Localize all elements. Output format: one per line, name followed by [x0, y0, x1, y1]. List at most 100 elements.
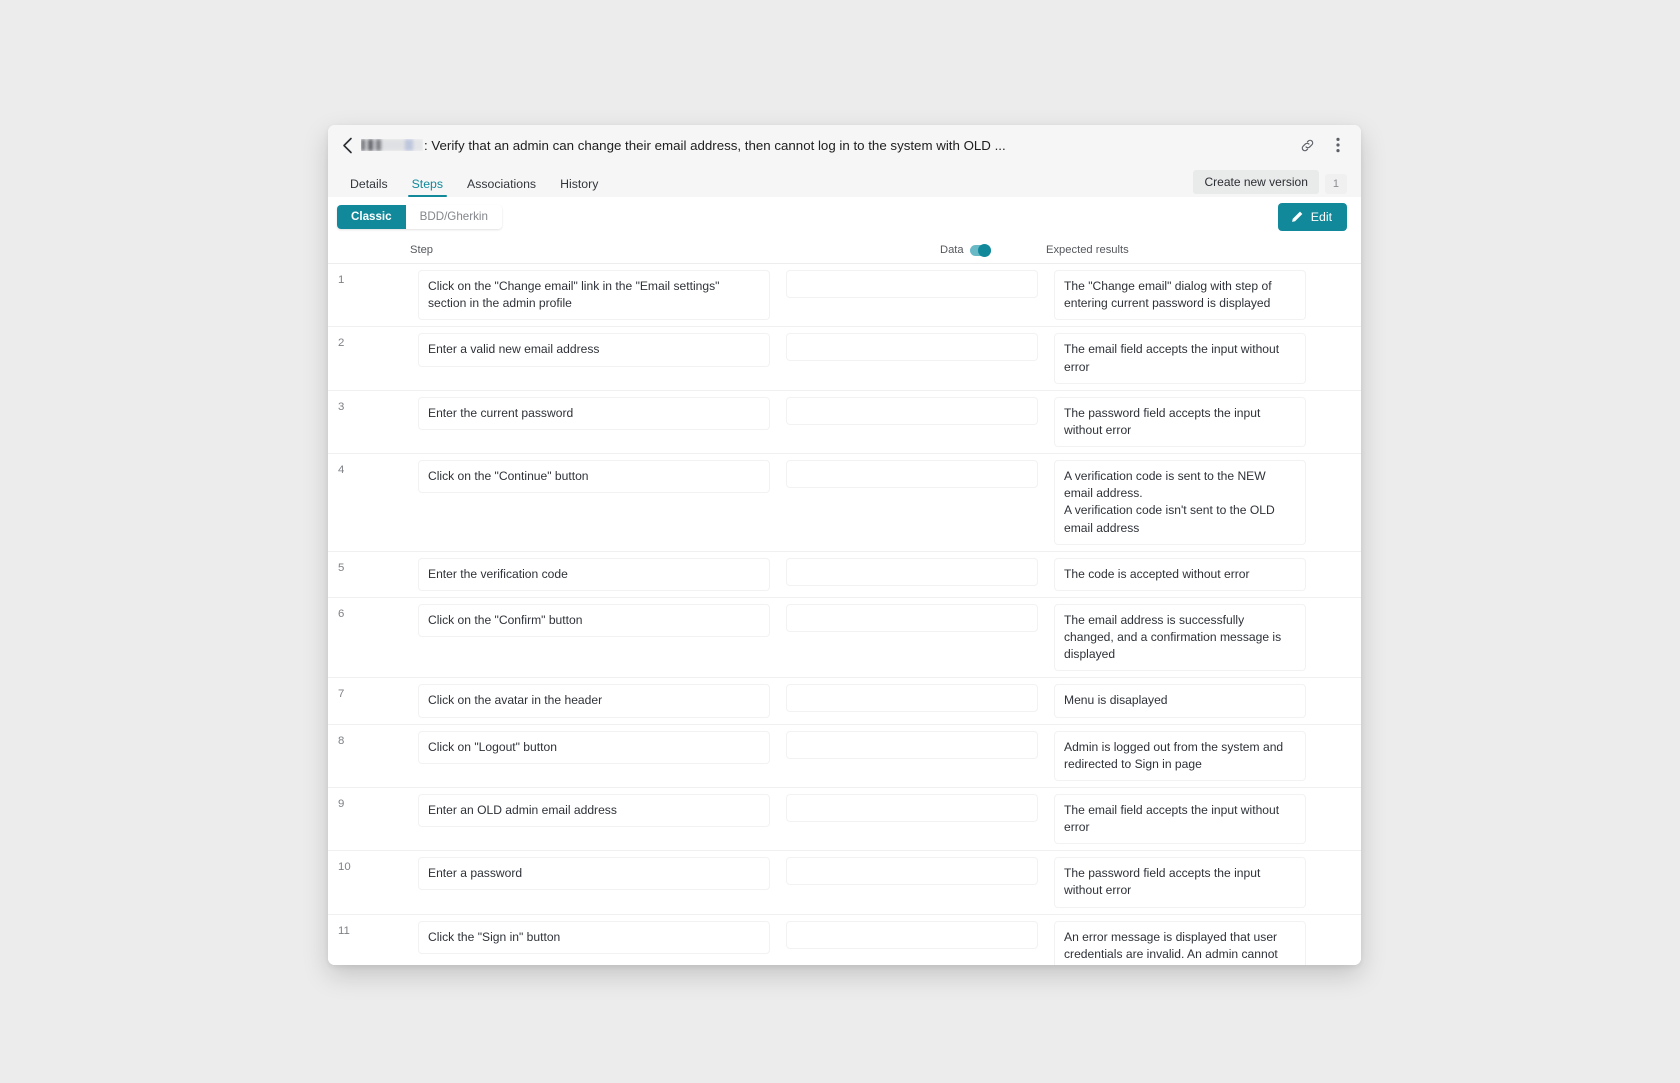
- link-icon: [1301, 139, 1313, 151]
- expected-result-text[interactable]: The email field accepts the input withou…: [1054, 333, 1306, 384]
- expected-result-text[interactable]: The email field accepts the input withou…: [1054, 793, 1306, 845]
- step-data[interactable]: [786, 684, 1038, 713]
- step-data-cell: [778, 850, 1046, 915]
- expected-result-text[interactable]: An error message is displayed that user …: [1054, 920, 1306, 965]
- card-header: : Verify that an admin can change their …: [328, 125, 1361, 198]
- step-text[interactable]: Enter a password: [418, 857, 770, 891]
- step-data-cell: [778, 787, 1046, 852]
- view-mode-bdd-gherkin[interactable]: BDD/Gherkin: [405, 204, 502, 230]
- expected-result-text[interactable]: Admin is logged out from the system and …: [1054, 730, 1306, 781]
- step-text[interactable]: Enter a valid new email address: [418, 333, 770, 367]
- step-number: 9: [338, 797, 345, 810]
- step-text[interactable]: Click the "Sign in" button: [418, 920, 770, 954]
- table-row: 1 Click on the "Change email" link in the…: [328, 263, 1361, 328]
- step-data[interactable]: [786, 920, 1038, 949]
- tab-history[interactable]: History: [548, 177, 610, 197]
- version-count-badge: 1: [1324, 174, 1347, 194]
- step-number-cell: 3: [328, 390, 410, 455]
- step-text-cell: Click on the "Continue" button: [410, 453, 778, 552]
- step-data[interactable]: [786, 730, 1038, 759]
- table-row: 5 Enter the verification code The code is …: [328, 551, 1361, 598]
- step-text[interactable]: Enter the verification code: [418, 557, 770, 591]
- expected-result-text-cell: Admin is logged out from the system and …: [1046, 724, 1314, 788]
- step-data[interactable]: [786, 557, 1038, 586]
- table-row: 7 Click on the avatar in the header Menu i…: [328, 677, 1361, 725]
- step-text[interactable]: Click on the "Confirm" button: [418, 603, 770, 638]
- step-number: 3: [338, 400, 345, 413]
- step-text[interactable]: Click on the avatar in the header: [418, 684, 770, 718]
- table-row: 4 Click on the "Continue" button A verific…: [328, 453, 1361, 552]
- step-number-cell: 6: [328, 597, 410, 679]
- step-number: 4: [338, 464, 345, 477]
- more-options-button[interactable]: [1329, 136, 1347, 154]
- step-data-cell: [778, 677, 1046, 725]
- step-data-cell: [778, 551, 1046, 598]
- tab-steps[interactable]: Steps: [400, 177, 455, 198]
- back-button[interactable]: [337, 135, 357, 155]
- table-row: 2 Enter a valid new email address The emai…: [328, 326, 1361, 391]
- row-end-cell: [1314, 914, 1361, 965]
- step-text[interactable]: Click on the "Continue" button: [418, 460, 770, 494]
- step-data-cell: [778, 326, 1046, 391]
- step-number: 1: [338, 274, 345, 286]
- pencil-icon: [1291, 211, 1303, 222]
- step-text-cell: Enter a password: [410, 850, 778, 915]
- page-title-text: : Verify that an admin can change their …: [424, 137, 1006, 153]
- column-header-number: [328, 237, 410, 264]
- steps-table-body: 1 Click on the "Change email" link in the…: [328, 263, 1361, 965]
- step-data[interactable]: [786, 270, 1038, 298]
- view-mode-toolbar: Classic BDD/Gherkin Edit: [328, 197, 1361, 237]
- expected-result-text[interactable]: The password field accepts the input wit…: [1054, 396, 1306, 448]
- table-row: 3 Enter the current password The password …: [328, 390, 1361, 455]
- steps-table-container: Step Data Expected results 1 Click on the…: [328, 237, 1361, 965]
- step-number: 11: [338, 924, 350, 937]
- step-data-cell: [778, 390, 1046, 455]
- expected-result-text-cell: The email address is successfully change…: [1046, 597, 1314, 679]
- step-data-cell: [778, 597, 1046, 679]
- step-data[interactable]: [786, 333, 1038, 362]
- edit-button[interactable]: Edit: [1277, 203, 1347, 231]
- expected-result-text[interactable]: The code is accepted without error: [1054, 557, 1306, 591]
- view-mode-classic[interactable]: Classic: [337, 204, 406, 230]
- edit-button-label: Edit: [1310, 210, 1332, 224]
- step-text[interactable]: Enter an OLD admin email address: [418, 793, 770, 828]
- expected-result-text[interactable]: A verification code is sent to the NEW e…: [1054, 460, 1306, 545]
- row-end-cell: [1314, 390, 1361, 455]
- expected-result-text[interactable]: The password field accepts the input wit…: [1054, 857, 1306, 908]
- expected-result-text[interactable]: Menu is disaplayed: [1054, 684, 1306, 718]
- row-end-cell: [1314, 263, 1361, 328]
- expected-result-text[interactable]: The email address is successfully change…: [1054, 603, 1306, 672]
- copy-link-button[interactable]: [1298, 136, 1316, 154]
- row-end-cell: [1314, 677, 1361, 725]
- step-number-cell: 8: [328, 724, 410, 788]
- step-text[interactable]: Click on "Logout" button: [418, 730, 770, 764]
- step-text[interactable]: Click on the "Change email" link in the …: [418, 270, 770, 321]
- chevron-left-icon: [342, 137, 352, 153]
- more-vertical-icon: [1336, 137, 1340, 153]
- step-data[interactable]: [786, 793, 1038, 822]
- row-end-cell: [1314, 850, 1361, 915]
- step-data[interactable]: [786, 857, 1038, 886]
- step-number-cell: 7: [328, 677, 410, 725]
- step-data[interactable]: [786, 603, 1038, 632]
- table-row: 9 Enter an OLD admin email address The ema…: [328, 787, 1361, 852]
- step-data[interactable]: [786, 460, 1038, 489]
- row-end-cell: [1314, 326, 1361, 391]
- column-header-step: Step: [410, 237, 778, 264]
- step-number-cell: 10: [328, 850, 410, 915]
- view-mode-switch: Classic BDD/Gherkin: [337, 204, 502, 230]
- table-row: 10 Enter a password The password field acc…: [328, 850, 1361, 915]
- expected-result-text[interactable]: The "Change email" dialog with step of e…: [1054, 270, 1306, 321]
- step-data[interactable]: [786, 396, 1038, 425]
- step-text[interactable]: Enter the current password: [418, 396, 770, 430]
- expected-result-text-cell: The email field accepts the input withou…: [1046, 326, 1314, 391]
- step-number: 5: [338, 561, 345, 574]
- create-new-version-button[interactable]: Create new version: [1193, 170, 1319, 194]
- tab-associations[interactable]: Associations: [455, 177, 548, 197]
- row-end-cell: [1314, 597, 1361, 679]
- data-column-toggle[interactable]: [969, 243, 991, 257]
- tab-details[interactable]: Details: [342, 177, 400, 197]
- step-text-cell: Click on "Logout" button: [410, 724, 778, 788]
- step-text-cell: Click the "Sign in" button: [410, 914, 778, 965]
- expected-result-text-cell: The "Change email" dialog with step of e…: [1046, 263, 1314, 328]
